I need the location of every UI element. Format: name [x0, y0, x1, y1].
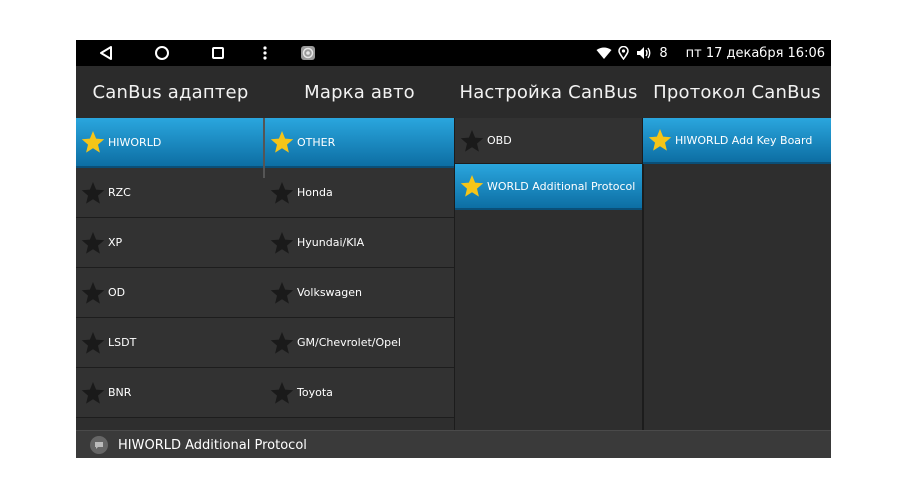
list-item-label: HIWORLD Add Key Board: [675, 133, 813, 147]
home-button[interactable]: [152, 40, 172, 66]
list-item[interactable]: LSDT: [76, 318, 265, 368]
list-item-label: Toyota: [297, 386, 333, 399]
list-item[interactable]: Honda: [265, 168, 454, 218]
list-item-label: HIWORLD: [108, 135, 162, 149]
star-icon: [270, 181, 294, 204]
notification-text: HIWORLD Additional Protocol: [118, 437, 307, 453]
list-item[interactable]: GM/Chevrolet/Opel: [265, 318, 454, 368]
wifi-icon: [596, 47, 612, 60]
settings-header: CanBus адаптер Марка авто Настройка CanB…: [76, 66, 831, 118]
star-icon: [460, 129, 484, 152]
scroll-indicator[interactable]: [263, 118, 265, 178]
list-item[interactable]: BNR: [76, 368, 265, 418]
status-bar: 8 пт 17 декабря 16:06: [76, 40, 831, 66]
star-icon: [270, 281, 294, 304]
location-pin-icon: [618, 46, 630, 60]
more-menu-button[interactable]: [260, 40, 270, 66]
star-icon: [648, 129, 672, 151]
list-item-label: XP: [108, 236, 123, 249]
list-item[interactable]: Volkswagen: [265, 268, 454, 318]
list-item-label: OBD: [487, 134, 512, 147]
settings-list[interactable]: OBD WORLD Additional Protocol: [454, 118, 644, 430]
list-item-label: BNR: [108, 386, 132, 399]
list-item-label: WORLD Additional Protocol: [487, 179, 636, 193]
star-icon: [81, 231, 105, 254]
app-shortcut-button[interactable]: [298, 40, 318, 66]
list-item-label: OTHER: [297, 135, 336, 149]
list-item[interactable]: RZC: [76, 168, 265, 218]
list-item-label: GM/Chevrolet/Opel: [297, 336, 401, 349]
star-icon: [270, 231, 294, 254]
tab-canbus-settings[interactable]: Настройка CanBus: [454, 66, 643, 118]
list-item[interactable]: OD: [76, 268, 265, 318]
list-item[interactable]: HIWORLD Add Key Board: [643, 118, 831, 164]
star-icon: [81, 181, 105, 204]
notification-bubble-icon: [90, 436, 108, 454]
star-icon: [81, 281, 105, 304]
more-vert-icon: [263, 46, 267, 60]
star-icon: [81, 381, 105, 404]
list-item[interactable]: OTHER: [265, 118, 454, 168]
list-item[interactable]: XP: [76, 218, 265, 268]
protocol-list[interactable]: HIWORLD Add Key Board: [643, 118, 831, 430]
back-triangle-icon: [100, 46, 112, 60]
list-item-label: Honda: [297, 186, 333, 199]
tab-car-brand[interactable]: Марка авто: [265, 66, 454, 118]
app-screen: 8 пт 17 декабря 16:06 CanBus адаптер Мар…: [76, 40, 831, 458]
star-icon: [81, 131, 105, 153]
list-item-label: LSDT: [108, 336, 137, 349]
list-item[interactable]: Toyota: [265, 368, 454, 418]
tab-canbus-protocol[interactable]: Протокол CanBus: [643, 66, 831, 118]
status-indicators: 8 пт 17 декабря 16:06: [596, 40, 825, 66]
volume-level: 8: [659, 45, 668, 61]
app-gear-icon: [301, 46, 315, 60]
list-item-label: Hyundai/KIA: [297, 236, 365, 249]
selection-columns: HIWORLD RZC XP OD LSDT BNR OTHER Honda Hyundai/…: [76, 118, 831, 430]
brand-list[interactable]: OTHER Honda Hyundai/KIA Volkswagen GM/Chevro…: [265, 118, 454, 430]
star-icon: [81, 331, 105, 354]
star-icon: [460, 175, 484, 197]
star-icon: [270, 131, 294, 153]
list-item-label: Volkswagen: [297, 286, 363, 299]
list-item[interactable]: HIWORLD: [76, 118, 265, 168]
list-item-label: OD: [108, 286, 126, 299]
list-item[interactable]: WORLD Additional Protocol: [455, 164, 642, 210]
star-icon: [270, 331, 294, 354]
tab-canbus-adapter[interactable]: CanBus адаптер: [76, 66, 265, 118]
list-item-label: RZC: [108, 186, 131, 199]
volume-icon: [635, 46, 653, 60]
home-circle-icon: [155, 46, 169, 60]
notification-bar: HIWORLD Additional Protocol: [76, 430, 831, 458]
recent-square-icon: [212, 47, 224, 59]
recent-apps-button[interactable]: [208, 40, 228, 66]
star-icon: [270, 381, 294, 404]
back-button[interactable]: [96, 40, 116, 66]
list-item[interactable]: Hyundai/KIA: [265, 218, 454, 268]
adapter-list[interactable]: HIWORLD RZC XP OD LSDT BNR: [76, 118, 265, 430]
date-time: пт 17 декабря 16:06: [685, 45, 825, 61]
list-item[interactable]: OBD: [455, 118, 642, 164]
